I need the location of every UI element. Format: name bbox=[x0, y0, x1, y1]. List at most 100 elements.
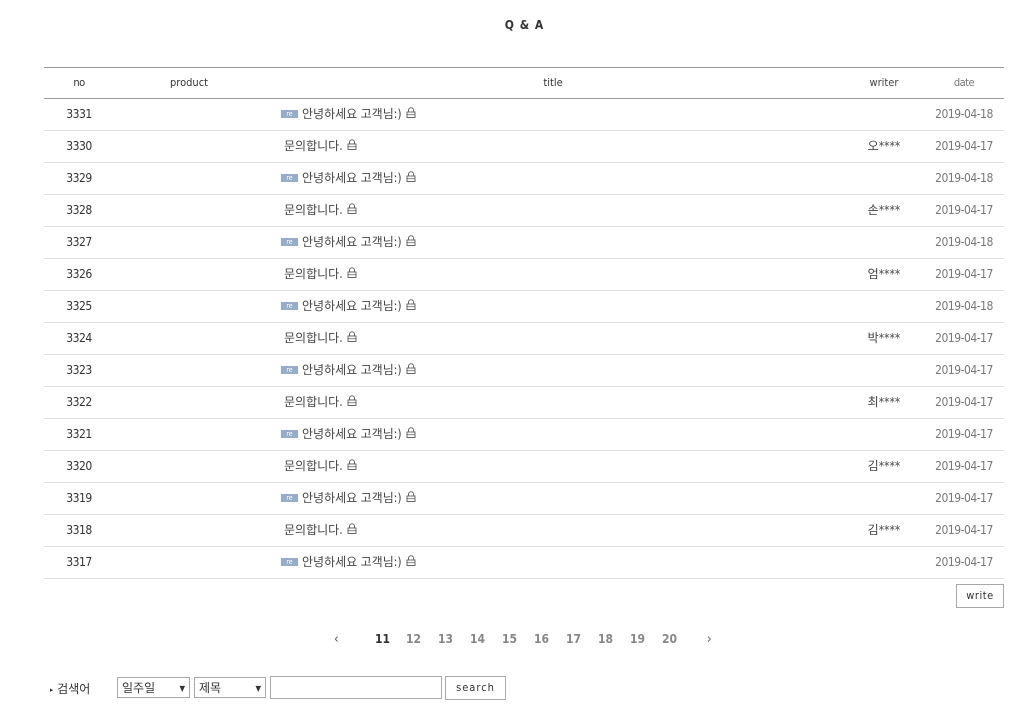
row-number: 3317 bbox=[66, 555, 92, 569]
row-title-text[interactable]: 문의합니다. bbox=[284, 203, 343, 217]
reply-badge: re bbox=[281, 493, 298, 502]
bullet-icon: ▸ bbox=[50, 685, 54, 694]
row-title[interactable]: re 안녕하세요 고객님:) bbox=[281, 483, 416, 513]
row-number: 3322 bbox=[66, 395, 92, 409]
page-link-11[interactable]: 11 bbox=[375, 632, 390, 646]
row-writer: 김**** bbox=[867, 523, 901, 537]
lock-icon bbox=[347, 387, 357, 417]
row-title-text[interactable]: 문의합니다. bbox=[284, 331, 343, 345]
row-date: 2019-04-17 bbox=[935, 203, 993, 217]
row-title-text[interactable]: 안녕하세요 고객님:) bbox=[302, 171, 402, 185]
row-title[interactable]: 문의합니다. bbox=[284, 451, 357, 481]
row-title[interactable]: re 안녕하세요 고객님:) bbox=[281, 163, 416, 193]
table-row[interactable]: 3330 문의합니다. 오**** 2019-04-17 bbox=[44, 131, 1004, 163]
page-link-19[interactable]: 19 bbox=[630, 632, 645, 646]
lock-icon bbox=[347, 131, 357, 161]
row-writer: 최**** bbox=[867, 395, 901, 409]
table-row[interactable]: 3321 re 안녕하세요 고객님:) 2019-04-17 bbox=[44, 419, 1004, 451]
page-link-13[interactable]: 13 bbox=[438, 632, 453, 646]
table-body: 3331 re 안녕하세요 고객님:) 2019-04-18 3330 문의합니다. 오**… bbox=[44, 99, 1004, 579]
table-row[interactable]: 3323 re 안녕하세요 고객님:) 2019-04-17 bbox=[44, 355, 1004, 387]
reply-badge: re bbox=[281, 109, 298, 118]
lock-icon bbox=[347, 259, 357, 289]
row-title[interactable]: re 안녕하세요 고객님:) bbox=[281, 291, 416, 321]
next-page-button[interactable]: › bbox=[707, 632, 712, 647]
field-select-value: 제목 bbox=[199, 681, 222, 695]
reply-badge: re bbox=[281, 429, 298, 438]
row-number: 3330 bbox=[66, 139, 92, 153]
row-title-text[interactable]: 안녕하세요 고객님:) bbox=[302, 491, 402, 505]
row-title[interactable]: 문의합니다. bbox=[284, 195, 357, 225]
table-row[interactable]: 3331 re 안녕하세요 고객님:) 2019-04-18 bbox=[44, 99, 1004, 131]
row-title[interactable]: re 안녕하세요 고객님:) bbox=[281, 99, 416, 129]
row-title[interactable]: 문의합니다. bbox=[284, 131, 357, 161]
row-title[interactable]: 문의합니다. bbox=[284, 259, 357, 289]
row-title-text[interactable]: 안녕하세요 고객님:) bbox=[302, 299, 402, 313]
table-row[interactable]: 3326 문의합니다. 엄**** 2019-04-17 bbox=[44, 259, 1004, 291]
field-select[interactable]: 제목 ▼ bbox=[194, 677, 266, 698]
dropdown-arrow-icon: ▼ bbox=[255, 684, 261, 693]
page-link-16[interactable]: 16 bbox=[534, 632, 549, 646]
search-label-text: 검색어 bbox=[57, 682, 91, 696]
row-writer: 오**** bbox=[867, 139, 901, 153]
pagination: ‹ 11 12 13 14 15 16 17 18 19 20 › bbox=[0, 632, 1021, 650]
row-date: 2019-04-18 bbox=[935, 299, 993, 313]
table-row[interactable]: 3319 re 안녕하세요 고객님:) 2019-04-17 bbox=[44, 483, 1004, 515]
prev-page-button[interactable]: ‹ bbox=[334, 632, 339, 647]
page-link-15[interactable]: 15 bbox=[502, 632, 517, 646]
row-number: 3321 bbox=[66, 427, 92, 441]
row-number: 3319 bbox=[66, 491, 92, 505]
row-title-text[interactable]: 안녕하세요 고객님:) bbox=[302, 107, 402, 121]
column-header-date: date bbox=[953, 76, 975, 89]
page-link-12[interactable]: 12 bbox=[406, 632, 421, 646]
row-date: 2019-04-17 bbox=[935, 491, 993, 505]
row-title-text[interactable]: 문의합니다. bbox=[284, 267, 343, 281]
page-title: Q & A bbox=[504, 18, 545, 32]
row-date: 2019-04-17 bbox=[935, 363, 993, 377]
table-row[interactable]: 3318 문의합니다. 김**** 2019-04-17 bbox=[44, 515, 1004, 547]
table-row[interactable]: 3325 re 안녕하세요 고객님:) 2019-04-18 bbox=[44, 291, 1004, 323]
row-number: 3327 bbox=[66, 235, 92, 249]
row-title[interactable]: re 안녕하세요 고객님:) bbox=[281, 227, 416, 257]
period-select[interactable]: 일주일 ▼ bbox=[117, 677, 190, 698]
write-button[interactable]: write bbox=[956, 584, 1004, 608]
table-row[interactable]: 3327 re 안녕하세요 고객님:) 2019-04-18 bbox=[44, 227, 1004, 259]
search-button[interactable]: search bbox=[445, 676, 506, 700]
page-link-14[interactable]: 14 bbox=[470, 632, 485, 646]
row-writer: 엄**** bbox=[867, 267, 901, 281]
page-link-17[interactable]: 17 bbox=[566, 632, 581, 646]
column-header-writer: writer bbox=[869, 76, 899, 89]
row-title-text[interactable]: 문의합니다. bbox=[284, 523, 343, 537]
row-date: 2019-04-17 bbox=[935, 267, 993, 281]
row-number: 3325 bbox=[66, 299, 92, 313]
table-row[interactable]: 3317 re 안녕하세요 고객님:) 2019-04-17 bbox=[44, 547, 1004, 579]
table-row[interactable]: 3324 문의합니다. 박**** 2019-04-17 bbox=[44, 323, 1004, 355]
row-title[interactable]: 문의합니다. bbox=[284, 387, 357, 417]
row-title[interactable]: re 안녕하세요 고객님:) bbox=[281, 355, 416, 385]
lock-icon bbox=[406, 99, 416, 129]
row-writer: 김**** bbox=[867, 459, 901, 473]
lock-icon bbox=[406, 227, 416, 257]
row-date: 2019-04-17 bbox=[935, 459, 993, 473]
page-link-18[interactable]: 18 bbox=[598, 632, 613, 646]
table-row[interactable]: 3320 문의합니다. 김**** 2019-04-17 bbox=[44, 451, 1004, 483]
row-title-text[interactable]: 안녕하세요 고객님:) bbox=[302, 363, 402, 377]
search-keyword-input[interactable] bbox=[270, 676, 442, 699]
row-title-text[interactable]: 안녕하세요 고객님:) bbox=[302, 235, 402, 249]
search-label: ▸ 검색어 bbox=[50, 680, 90, 697]
reply-badge: re bbox=[281, 301, 298, 310]
table-row[interactable]: 3328 문의합니다. 손**** 2019-04-17 bbox=[44, 195, 1004, 227]
row-title-text[interactable]: 안녕하세요 고객님:) bbox=[302, 427, 402, 441]
page-link-20[interactable]: 20 bbox=[662, 632, 677, 646]
lock-icon bbox=[347, 195, 357, 225]
row-title[interactable]: 문의합니다. bbox=[284, 323, 357, 353]
row-title[interactable]: re 안녕하세요 고객님:) bbox=[281, 547, 416, 577]
row-title-text[interactable]: 안녕하세요 고객님:) bbox=[302, 555, 402, 569]
row-title[interactable]: re 안녕하세요 고객님:) bbox=[281, 419, 416, 449]
row-title[interactable]: 문의합니다. bbox=[284, 515, 357, 545]
row-title-text[interactable]: 문의합니다. bbox=[284, 395, 343, 409]
row-title-text[interactable]: 문의합니다. bbox=[284, 459, 343, 473]
table-row[interactable]: 3322 문의합니다. 최**** 2019-04-17 bbox=[44, 387, 1004, 419]
row-title-text[interactable]: 문의합니다. bbox=[284, 139, 343, 153]
table-row[interactable]: 3329 re 안녕하세요 고객님:) 2019-04-18 bbox=[44, 163, 1004, 195]
